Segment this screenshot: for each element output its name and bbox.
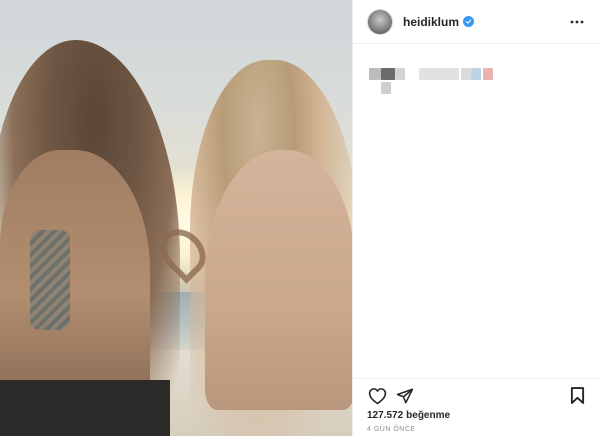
arm-tattoo — [30, 230, 70, 330]
man-body — [0, 150, 150, 390]
post-header: heidiklum — [353, 0, 600, 44]
post-actions-bar — [353, 378, 600, 412]
bookmark-icon — [570, 387, 584, 404]
likes-count: 127.572 — [367, 410, 404, 421]
blurred-caption — [365, 60, 535, 100]
verified-badge-icon — [463, 16, 475, 27]
likes-count-link[interactable]: 127.572 beğenme — [367, 410, 450, 421]
woman-body — [205, 150, 352, 410]
save-button[interactable] — [563, 382, 591, 410]
more-options-button[interactable] — [565, 10, 589, 34]
avatar[interactable] — [367, 8, 393, 35]
paper-plane-icon — [396, 388, 414, 403]
instagram-post: heidiklum 127.572 beğenme 4 GÜN ÖNCE — [0, 0, 600, 436]
likes-label: beğenme — [406, 410, 451, 421]
post-side-panel: heidiklum 127.572 beğenme 4 GÜN ÖNCE — [352, 0, 600, 436]
like-button[interactable] — [363, 382, 391, 410]
post-timestamp[interactable]: 4 GÜN ÖNCE — [367, 426, 416, 433]
man-shorts — [0, 380, 170, 436]
more-horizontal-icon — [570, 20, 584, 23]
post-photo[interactable] — [0, 0, 352, 436]
heart-icon — [368, 387, 386, 404]
username-link[interactable]: heidiklum — [403, 15, 459, 29]
share-button[interactable] — [391, 382, 419, 410]
